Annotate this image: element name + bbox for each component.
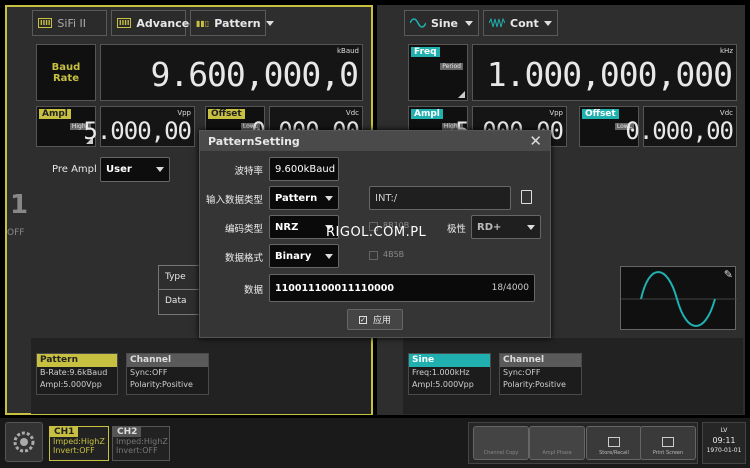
tab-sine[interactable]: Sine bbox=[404, 10, 479, 36]
format-select[interactable]: Binary bbox=[269, 244, 339, 268]
clock: LV 09:11 1970-01-01 bbox=[702, 422, 746, 464]
print-screen-button[interactable]: Print Screen bbox=[640, 426, 696, 460]
ch1-pattern-card[interactable]: Pattern B-Rate:9.6kBaud Ampl:5.000Vpp bbox=[36, 353, 118, 395]
sifi-icon: IIII bbox=[38, 18, 53, 28]
tab-advanced[interactable]: IIII Advanced bbox=[111, 10, 197, 36]
ch1-state: OFF bbox=[7, 228, 25, 238]
dialog-header: PatternSetting ✕ bbox=[200, 131, 550, 151]
input-type-select[interactable]: Pattern bbox=[269, 186, 339, 210]
apply-button[interactable]: ✓ 应用 bbox=[347, 309, 403, 330]
ch2-sine-card[interactable]: Sine Freq:1.000kHz Ampl:5.000Vpp bbox=[408, 353, 491, 395]
pattern-icon: ▮▮▯ bbox=[196, 18, 210, 28]
freq-display[interactable]: kHz 1.000,000,000 bbox=[472, 44, 737, 101]
sine-wave-preview bbox=[621, 271, 737, 327]
dialog-title: PatternSetting bbox=[208, 134, 300, 148]
ch1-number: 1 bbox=[10, 190, 29, 220]
check-icon: ✓ bbox=[358, 315, 367, 324]
4b5b-checkbox[interactable] bbox=[369, 251, 378, 260]
ch1-status[interactable]: CH1 Imped:HighZ Invert:OFF bbox=[49, 426, 109, 461]
gear-icon bbox=[13, 431, 35, 453]
tab-cont[interactable]: Cont bbox=[483, 10, 558, 36]
cont-icon bbox=[489, 18, 505, 28]
baud-rate-display[interactable]: kBaud 9.600,000,0 bbox=[100, 44, 363, 101]
ch2-offset-display[interactable]: Vdc 0.000,00 bbox=[625, 106, 737, 147]
baud-rate-value: 9.600,000,0 bbox=[150, 55, 359, 94]
freq-button[interactable]: Freq Period bbox=[408, 44, 468, 101]
file-path-input[interactable]: INT:/ bbox=[369, 186, 511, 210]
home-button[interactable] bbox=[5, 422, 43, 462]
watermark: RIGOL.COM.PL bbox=[326, 225, 427, 240]
ch2-channel-card[interactable]: Channel Sync:OFF Polarity:Positive bbox=[499, 353, 582, 395]
channel-copy-button[interactable]: Channel Copy bbox=[473, 426, 529, 460]
edit-icon[interactable]: ✎ bbox=[724, 268, 733, 281]
print-icon bbox=[662, 437, 674, 447]
ch1-channel-card[interactable]: Channel Sync:OFF Polarity:Positive bbox=[126, 353, 209, 395]
store-recall-button[interactable]: Store/Recall bbox=[586, 426, 642, 460]
store-icon bbox=[608, 437, 620, 447]
corner-icon bbox=[458, 91, 465, 98]
tab-pattern[interactable]: ▮▮▯ Pattern bbox=[190, 10, 266, 36]
baud-input[interactable]: 9.600kBaud bbox=[269, 157, 339, 181]
pattern-table: Type Data bbox=[158, 265, 203, 315]
sine-icon bbox=[410, 18, 426, 28]
ch1-ampl-display[interactable]: Vpp 5.000,00 bbox=[83, 106, 195, 147]
file-icon[interactable] bbox=[521, 190, 532, 204]
close-icon[interactable]: ✕ bbox=[529, 132, 542, 150]
polarity-select[interactable]: RD+ bbox=[471, 215, 541, 239]
advanced-icon: IIII bbox=[117, 18, 132, 28]
baud-rate-button[interactable]: Baud Rate bbox=[36, 44, 96, 101]
ampl-phase-button[interactable]: Ampl Phase bbox=[529, 426, 585, 460]
data-input[interactable]: 110011100011110000 18/4000 bbox=[269, 274, 535, 302]
tab-sifi[interactable]: IIII SiFi II bbox=[32, 10, 107, 36]
pre-ampl-select[interactable]: User bbox=[100, 157, 170, 182]
ch2-status[interactable]: CH2 Imped:HighZ Invert:OFF bbox=[112, 426, 170, 461]
waveform-preview[interactable]: ✎ bbox=[620, 266, 737, 330]
pre-ampl-label: Pre Ampl bbox=[52, 164, 97, 175]
